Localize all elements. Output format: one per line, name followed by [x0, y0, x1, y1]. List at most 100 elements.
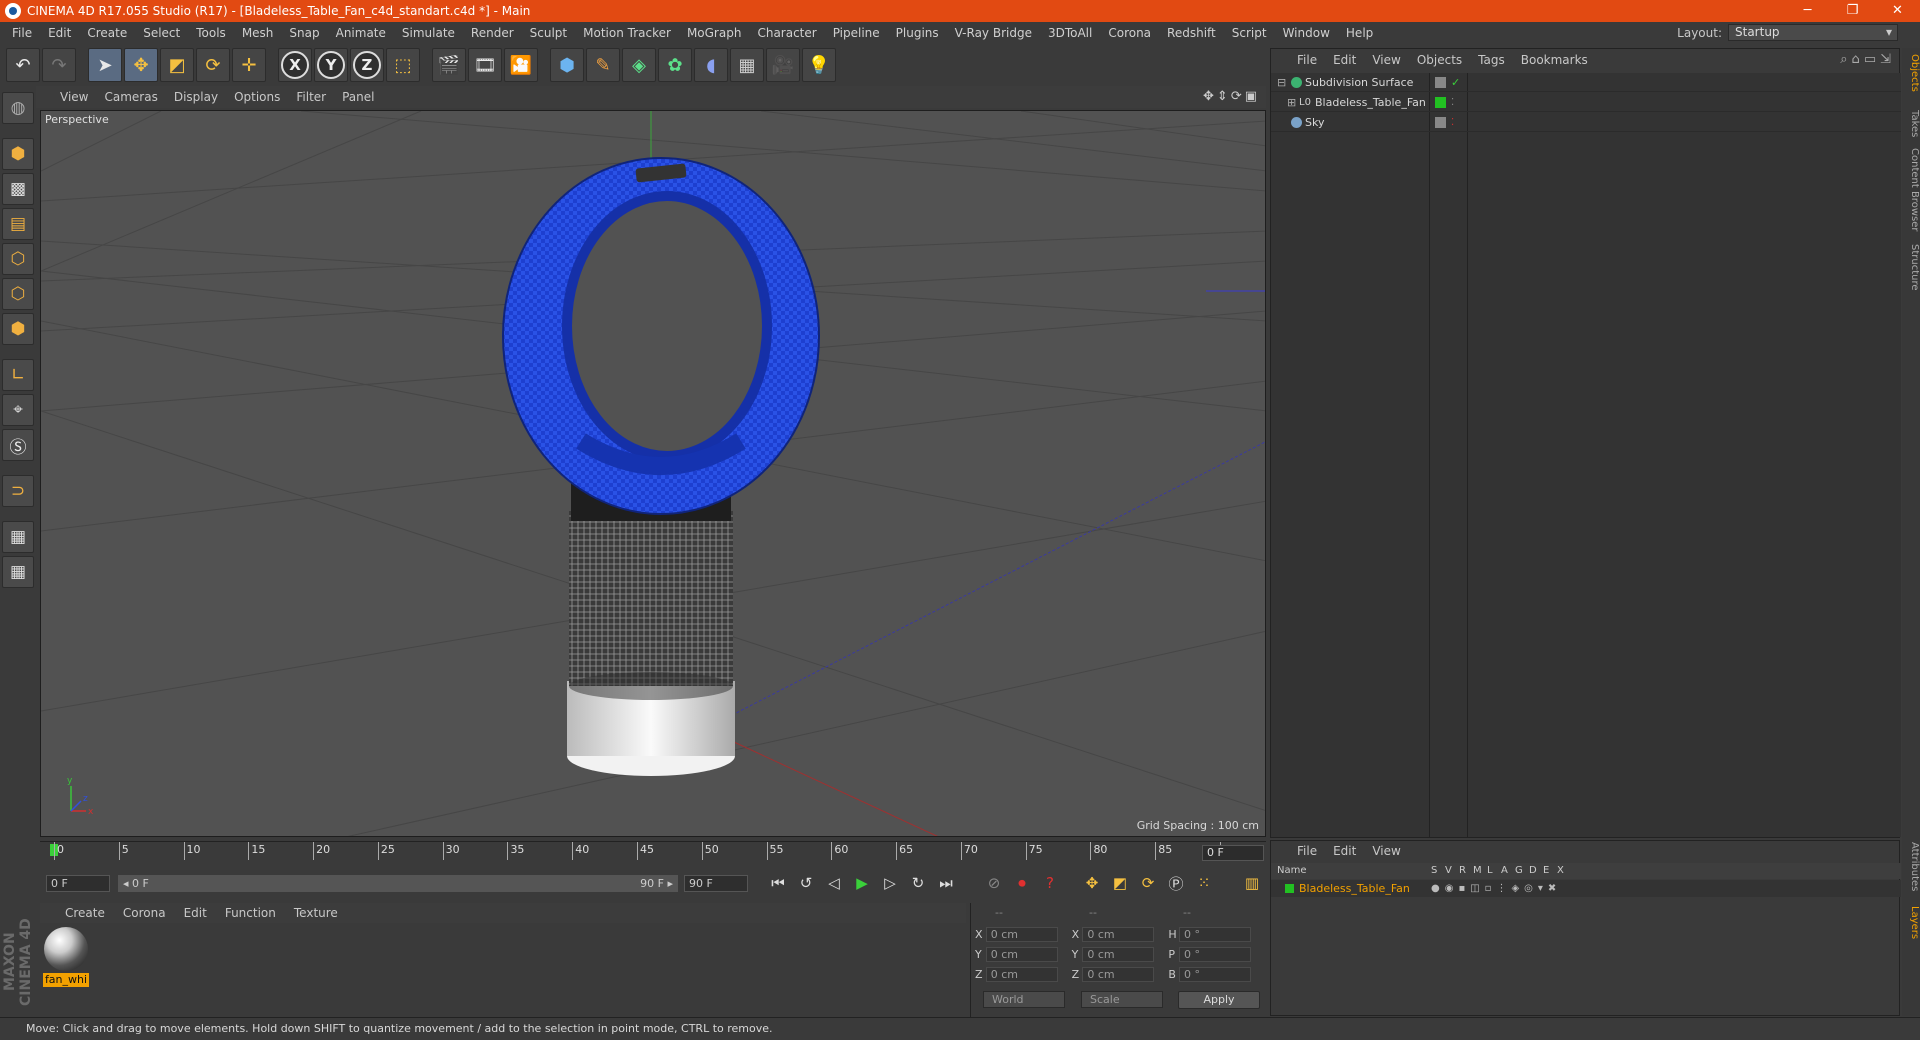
menu-corona[interactable]: Corona [1100, 26, 1159, 40]
subdivision-button[interactable]: ◈ [622, 48, 656, 82]
current-frame-field[interactable]: 0 F [1202, 845, 1264, 861]
rotation-b-field[interactable]: 0 ° [1179, 966, 1252, 982]
object-name[interactable]: Subdivision Surface [1305, 73, 1413, 92]
timeline-ruler[interactable]: 051015202530354045505560657075808590 [40, 841, 1266, 863]
key-pla-button[interactable]: ⁙ [1192, 871, 1216, 895]
col-manager[interactable]: M [1473, 863, 1482, 879]
timeline-window-button[interactable]: ▥ [1240, 871, 1264, 895]
cube-button[interactable]: ⬢ [550, 48, 584, 82]
recent-tool-button[interactable]: ✛ [232, 48, 266, 82]
keyframe-selection-button[interactable]: ⊘ [982, 871, 1006, 895]
menu-motion-tracker[interactable]: Motion Tracker [575, 26, 679, 40]
edges-mode-button[interactable]: ⬡ [2, 278, 34, 310]
expand-icon[interactable]: ⊞ [1287, 93, 1296, 112]
size-y-field[interactable]: 0 cm [1082, 946, 1155, 962]
col-xref[interactable]: X [1557, 863, 1564, 879]
x-axis-button[interactable]: X [278, 48, 312, 82]
layer-color-icon[interactable] [1435, 97, 1446, 108]
menu-window[interactable]: Window [1275, 26, 1338, 40]
object-name[interactable]: Bladeless_Table_Fan [1315, 93, 1426, 112]
prev-frame-button[interactable]: ◁ [822, 871, 846, 895]
menu-mesh[interactable]: Mesh [234, 26, 282, 40]
next-frame-button[interactable]: ▷ [878, 871, 902, 895]
objects-menu-view[interactable]: View [1364, 53, 1408, 67]
workplane-button[interactable]: ▤ [2, 208, 34, 240]
viewport-menu-display[interactable]: Display [166, 90, 226, 104]
material-menu-corona[interactable]: Corona [114, 906, 175, 920]
start-frame-field[interactable]: 0 F [46, 874, 110, 892]
model-mode-button[interactable]: ⬢ [2, 138, 34, 170]
viewport-menu-filter[interactable]: Filter [288, 90, 334, 104]
next-key-button[interactable]: ↻ [906, 871, 930, 895]
maximize-button[interactable]: ❐ [1830, 0, 1875, 22]
prev-key-button[interactable]: ↺ [794, 871, 818, 895]
col-expressions[interactable]: E [1543, 863, 1549, 879]
tab-takes[interactable]: Takes [1902, 110, 1920, 137]
cloner-button[interactable]: ✿ [658, 48, 692, 82]
render-settings-button[interactable]: 🎦 [504, 48, 538, 82]
z-axis-button[interactable]: Z [350, 48, 384, 82]
layout-dropdown[interactable]: Startup [1728, 24, 1898, 41]
objects-menu-edit[interactable]: Edit [1325, 53, 1364, 67]
material-menu-function[interactable]: Function [216, 906, 285, 920]
make-editable-button[interactable]: ◍ [2, 92, 34, 124]
size-z-field[interactable]: 0 cm [1082, 966, 1155, 982]
visibility-dots-icon[interactable]: ⁚ [1451, 93, 1454, 112]
material-menu-edit[interactable]: Edit [175, 906, 216, 920]
viewport-menu-cameras[interactable]: Cameras [96, 90, 165, 104]
play-button[interactable]: ▶ [850, 871, 874, 895]
tab-attributes[interactable]: Attributes [1902, 842, 1920, 891]
objects-menu-file[interactable]: File [1289, 53, 1325, 67]
visibility-toggle-icon[interactable] [1435, 77, 1446, 88]
key-position-button[interactable]: ✥ [1080, 871, 1104, 895]
spline-pen-button[interactable]: ✎ [586, 48, 620, 82]
menu-file[interactable]: File [4, 26, 40, 40]
col-solo[interactable]: S [1431, 863, 1437, 879]
deformer-button[interactable]: ◖ [694, 48, 728, 82]
col-deformers[interactable]: D [1529, 863, 1537, 879]
menu-mograph[interactable]: MoGraph [679, 26, 750, 40]
material-menu-create[interactable]: Create [56, 906, 114, 920]
material-menu-texture[interactable]: Texture [285, 906, 347, 920]
menu-sculpt[interactable]: Sculpt [522, 26, 575, 40]
layer-toggle-icons[interactable]: ●◉▪◫▫⋮◈◎▾✖ [1431, 880, 1561, 897]
menu-3dtoall[interactable]: 3DToAll [1040, 26, 1100, 40]
menu-simulate[interactable]: Simulate [394, 26, 463, 40]
menu-redshift[interactable]: Redshift [1159, 26, 1224, 40]
viewport-menu-view[interactable]: View [52, 90, 96, 104]
y-axis-button[interactable]: Y [314, 48, 348, 82]
tweak-mode-button[interactable]: ⌖ [2, 394, 34, 426]
render-view-button[interactable]: 🎬 [432, 48, 466, 82]
coordinate-system-button[interactable]: ⬚ [386, 48, 420, 82]
end-frame-field[interactable]: 90 F [684, 874, 748, 892]
3d-viewport[interactable]: y x z Perspective Grid Spacing : 100 cm [40, 110, 1266, 837]
texture-mode-button[interactable]: ▩ [2, 173, 34, 205]
object-name[interactable]: Sky [1305, 113, 1324, 132]
viewport-nav-icons[interactable]: ✥⇕⟳▣ [1203, 89, 1260, 104]
menu-character[interactable]: Character [749, 26, 824, 40]
key-scale-button[interactable]: ◩ [1108, 871, 1132, 895]
axis-mode-button[interactable]: ∟ [2, 359, 34, 391]
apply-button[interactable]: Apply [1178, 991, 1260, 1009]
tab-layers[interactable]: Layers [1902, 906, 1920, 939]
go-to-end-button[interactable]: ⏭ [934, 871, 958, 895]
collapse-icon[interactable]: ⊟ [1277, 73, 1286, 92]
menu-help[interactable]: Help [1338, 26, 1381, 40]
material-name-label[interactable]: fan_whi [43, 973, 89, 987]
record-button[interactable]: ⏺ [1010, 871, 1034, 895]
frame-range-slider[interactable]: ◂ 0 F 90 F ▸ [118, 874, 678, 892]
object-manager-search-icon[interactable]: ⌕⌂▭⇲ [1840, 52, 1895, 67]
menu-animate[interactable]: Animate [328, 26, 394, 40]
col-locked[interactable]: L [1487, 863, 1493, 879]
rotation-p-field[interactable]: 0 ° [1179, 946, 1252, 962]
position-x-field[interactable]: 0 cm [985, 926, 1058, 942]
coord-mode-dropdown[interactable]: World [983, 991, 1065, 1008]
menu-script[interactable]: Script [1224, 26, 1275, 40]
menu-tools[interactable]: Tools [188, 26, 234, 40]
menu-snap[interactable]: Snap [281, 26, 327, 40]
tab-structure[interactable]: Structure [1902, 244, 1920, 291]
layers-menu-view[interactable]: View [1364, 844, 1408, 858]
col-generators[interactable]: G [1515, 863, 1523, 879]
solo-button[interactable]: Ⓢ [2, 429, 34, 461]
key-rotation-button[interactable]: ⟳ [1136, 871, 1160, 895]
